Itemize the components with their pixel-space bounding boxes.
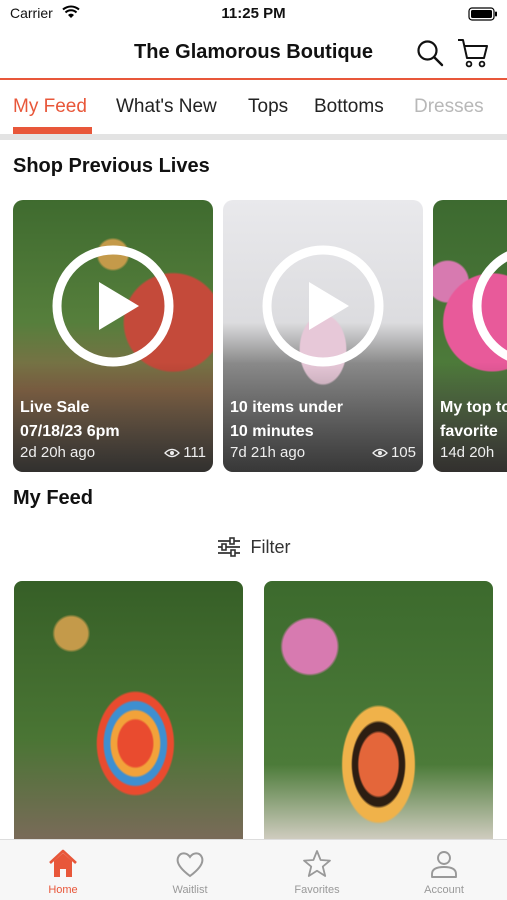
heart-icon (176, 852, 204, 878)
live-card[interactable]: 10 items under 10 minutes 7d 21h ago 105 (223, 200, 423, 472)
status-time: 11:25 PM (221, 5, 286, 22)
eye-icon (164, 448, 181, 457)
cart-icon[interactable] (456, 37, 490, 69)
filter-sliders-icon (217, 537, 240, 557)
live-views: 111 (164, 444, 206, 461)
play-icon[interactable] (471, 244, 507, 368)
nav-favorites[interactable]: Favorites (254, 840, 380, 900)
feed-heading: My Feed (13, 487, 94, 509)
category-tabs: My Feed What's New Tops Bottoms Dresses (0, 82, 507, 134)
tab-bottoms[interactable]: Bottoms (314, 96, 384, 118)
nav-home[interactable]: Home (0, 840, 126, 900)
tab-my-feed[interactable]: My Feed (13, 96, 87, 118)
tab-whats-new[interactable]: What's New (116, 96, 217, 118)
tab-tops[interactable]: Tops (248, 96, 288, 118)
live-age: 7d 21h ago (230, 444, 306, 461)
nav-account-label: Account (424, 884, 464, 896)
nav-waitlist[interactable]: Waitlist (127, 840, 253, 900)
product-image (264, 581, 493, 843)
bottom-tab-bar: Home Waitlist Favorites Account (0, 839, 507, 900)
live-age: 2d 20h ago (20, 444, 96, 461)
active-tab-indicator (13, 127, 92, 134)
star-icon (303, 850, 331, 877)
nav-favorites-label: Favorites (294, 884, 340, 896)
eye-icon (372, 448, 388, 457)
search-icon[interactable] (415, 38, 445, 68)
live-card[interactable]: Live Sale 07/18/23 6pm 2d 20h ago 111 (13, 200, 213, 472)
live-age: 14d 20h (440, 444, 495, 461)
live-views: 105 (372, 444, 416, 461)
app-header: The Glamorous Boutique (0, 30, 507, 80)
play-icon[interactable] (51, 244, 175, 368)
account-icon (431, 851, 457, 878)
status-bar: Carrier 11:25 PM (0, 0, 507, 30)
live-card[interactable]: My top to favorite 14d 20h (433, 200, 507, 472)
home-icon (49, 849, 77, 877)
filter-button[interactable]: Filter (0, 532, 507, 562)
live-title: My top to favorite (440, 399, 507, 440)
previous-lives-heading: Shop Previous Lives (13, 155, 210, 177)
product-image (14, 581, 243, 843)
play-icon[interactable] (261, 244, 385, 368)
tabs-divider (0, 134, 507, 140)
live-title: 10 items under 10 minutes (230, 399, 343, 440)
nav-waitlist-label: Waitlist (172, 884, 208, 896)
product-card[interactable] (14, 581, 243, 843)
filter-label: Filter (250, 536, 291, 557)
product-card[interactable] (264, 581, 493, 843)
nav-home-label: Home (48, 884, 78, 896)
nav-account[interactable]: Account (381, 840, 507, 900)
tab-dresses[interactable]: Dresses (414, 96, 484, 118)
battery-icon (468, 7, 497, 21)
live-title: Live Sale 07/18/23 6pm (20, 399, 120, 440)
